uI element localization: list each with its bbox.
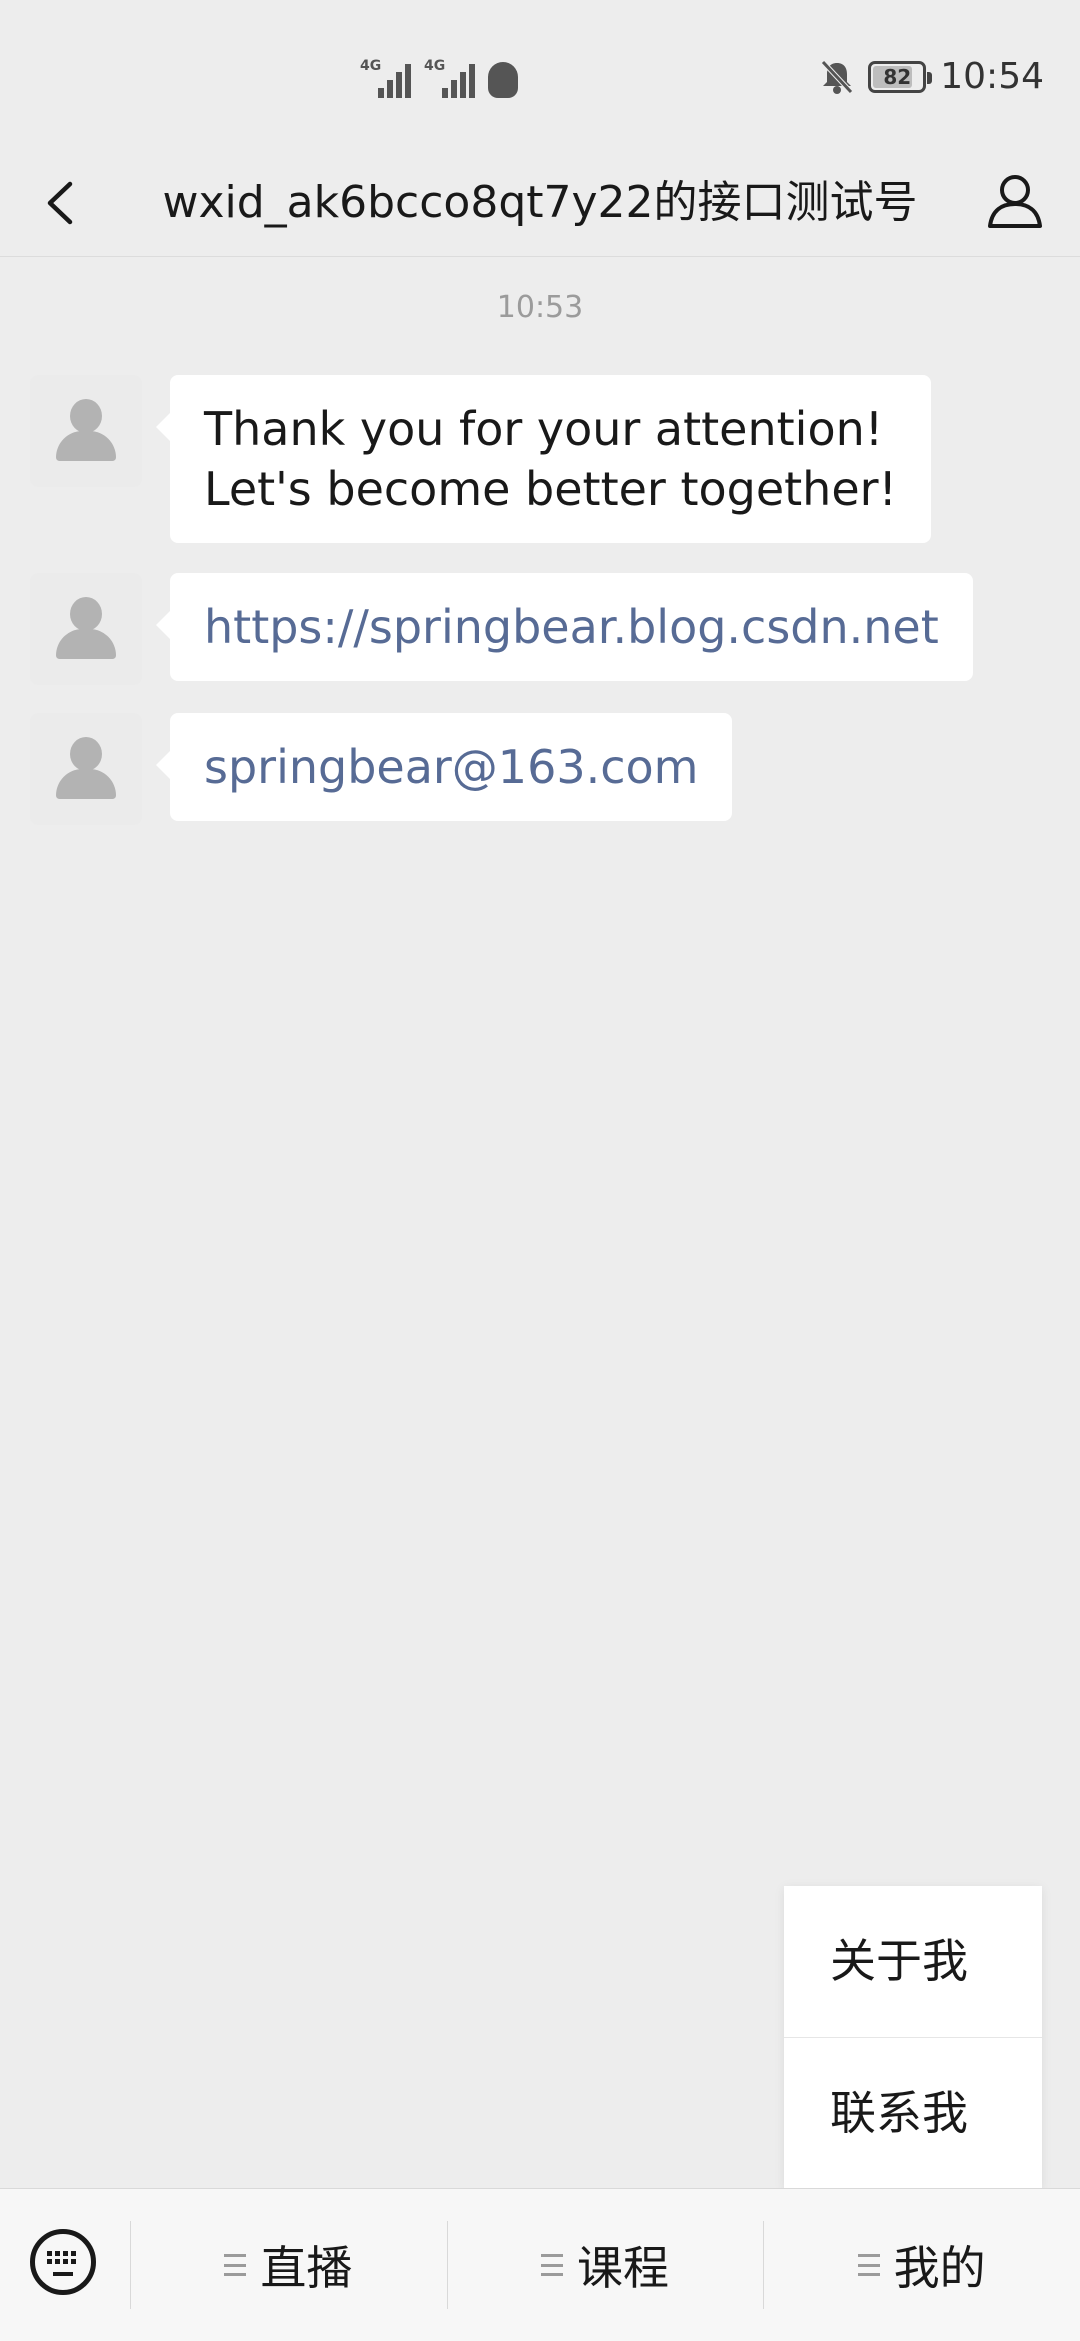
page-title: wxid_ak6bcco8qt7y22的接口测试号 [162, 177, 918, 228]
message-row: springbear@163.com [30, 713, 733, 825]
chevron-left-icon[interactable] [26, 168, 96, 238]
submenu-popup: 关于我 联系我 [784, 1886, 1042, 2189]
avatar[interactable] [30, 375, 142, 487]
bottom-menu-bar: 直播 课程 我的 [0, 2188, 1080, 2341]
signal-icon: 4G [424, 58, 480, 98]
menu-icon [224, 2254, 247, 2276]
message-link[interactable]: https://springbear.blog.csdn.net [204, 600, 939, 654]
menu-button-courses[interactable]: 课程 [446, 2189, 764, 2341]
person-icon[interactable] [980, 166, 1050, 236]
message-bubble[interactable]: https://springbear.blog.csdn.net [156, 573, 973, 681]
message-text: Let's become better together! [204, 462, 897, 516]
avatar[interactable] [30, 713, 142, 825]
menu-button-live[interactable]: 直播 [130, 2189, 447, 2341]
keyboard-icon [30, 2229, 96, 2295]
message-text: Thank you for your attention! [204, 402, 884, 456]
menu-item-about-me[interactable]: 关于我 [784, 1886, 1042, 2037]
message-row: https://springbear.blog.csdn.net [30, 573, 973, 685]
battery-level: 82 [883, 64, 912, 89]
menu-icon [541, 2254, 563, 2276]
qq-icon [488, 62, 518, 98]
keyboard-toggle-button[interactable] [0, 2189, 130, 2341]
nav-bar: wxid_ak6bcco8qt7y22的接口测试号 [0, 150, 1080, 257]
clock: 10:54 [940, 56, 1044, 97]
menu-button-label: 我的 [893, 2241, 986, 2295]
bell-off-icon [821, 59, 854, 94]
message-bubble[interactable]: Thank you for your attention! Let's beco… [156, 375, 931, 543]
menu-item-contact-me[interactable]: 联系我 [784, 2037, 1042, 2189]
message-email-link[interactable]: springbear@163.com [204, 740, 698, 794]
message-timestamp: 10:53 [496, 290, 584, 325]
menu-icon [857, 2254, 880, 2276]
status-left-icons: 4G 4G [360, 58, 518, 98]
message-row: Thank you for your attention! Let's beco… [30, 375, 931, 543]
signal-icon: 4G [360, 58, 416, 98]
menu-button-label: 课程 [577, 2241, 669, 2295]
status-bar: 4G 4G 82 10:54 [0, 0, 1080, 150]
menu-button-label: 直播 [260, 2241, 353, 2295]
status-right-icons: 82 10:54 [820, 56, 1044, 97]
battery-icon: 82 [868, 60, 933, 93]
message-bubble[interactable]: springbear@163.com [155, 713, 733, 821]
menu-button-mine[interactable]: 我的 [763, 2189, 1080, 2341]
avatar[interactable] [30, 573, 142, 685]
